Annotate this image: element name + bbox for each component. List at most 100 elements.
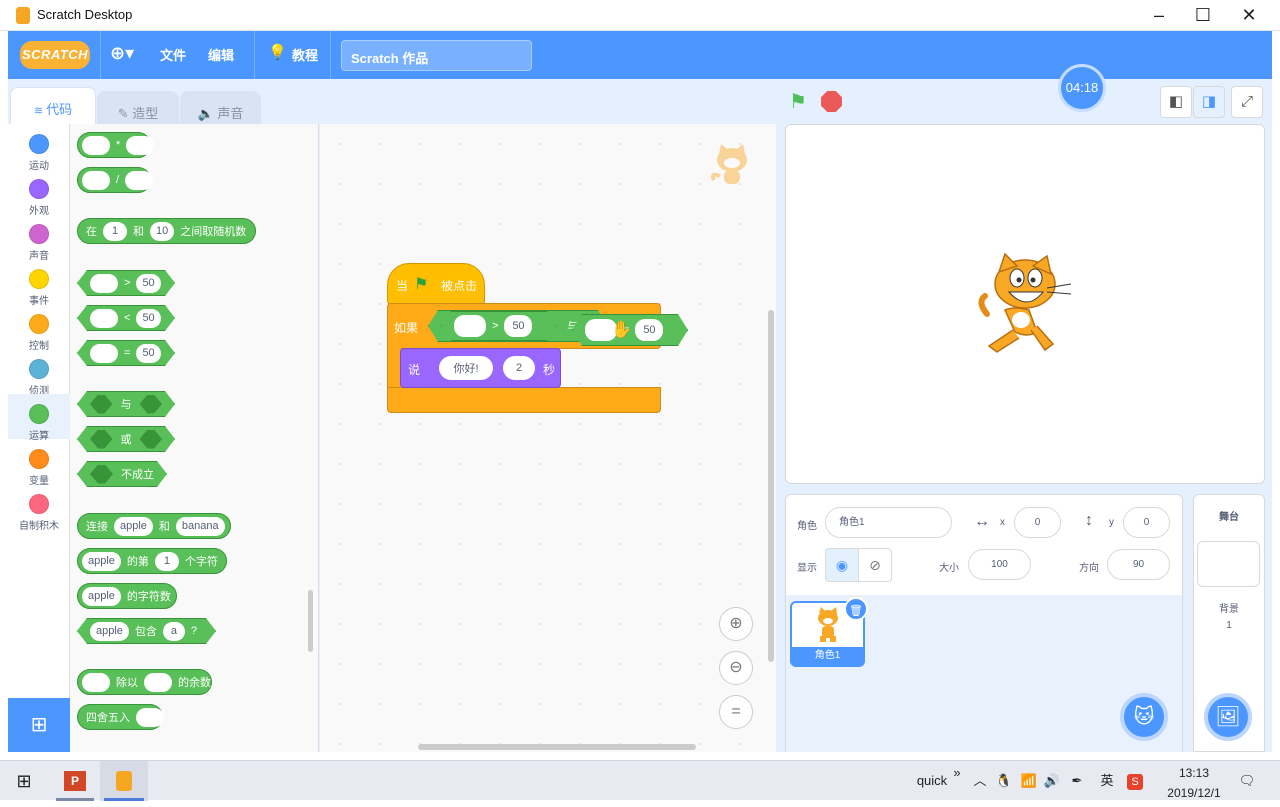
category-looks[interactable]: 外观 xyxy=(8,173,70,218)
block-input[interactable] xyxy=(82,135,110,155)
block-input[interactable]: 50 xyxy=(635,319,663,341)
ime-indicator[interactable]: 英 xyxy=(1096,761,1118,801)
palette-block-multiply[interactable]: * xyxy=(77,132,155,158)
block-input[interactable] xyxy=(82,672,110,692)
size-input[interactable]: 100 xyxy=(968,549,1031,580)
qq-tray-icon[interactable]: 🐧 xyxy=(994,761,1014,801)
palette-block-not[interactable]: 不成立 xyxy=(77,461,167,487)
x-input[interactable]: 0 xyxy=(1014,507,1061,538)
palette-block-equals[interactable]: = 50 xyxy=(77,340,175,366)
say-secs-input[interactable]: 2 xyxy=(503,356,535,380)
palette-block-join[interactable]: 连接 apple 和 banana xyxy=(77,513,231,539)
stop-button[interactable] xyxy=(821,91,842,112)
block-input[interactable] xyxy=(126,135,155,155)
palette-block-random[interactable]: 在 1 和 10 之间取随机数 xyxy=(77,218,256,244)
minimize-button[interactable]: – xyxy=(1136,0,1182,31)
block-input[interactable]: apple xyxy=(82,586,121,606)
windows-start-icon[interactable]: ⊞ xyxy=(0,761,48,801)
notification-icon[interactable]: 🗨 xyxy=(1232,761,1262,801)
block-bool-slot[interactable] xyxy=(140,395,163,414)
code-vertical-scrollbar[interactable] xyxy=(768,310,774,662)
volume-icon[interactable]: 🔊 xyxy=(1042,761,1062,801)
sogou-icon[interactable]: S xyxy=(1124,761,1146,801)
block-input[interactable]: banana xyxy=(175,516,225,536)
palette-block-length[interactable]: apple 的字符数 xyxy=(77,583,177,609)
category-control[interactable]: 控制 xyxy=(8,308,70,353)
scratch-taskbar-item[interactable] xyxy=(100,761,148,801)
palette-block-round[interactable]: 四舍五入 xyxy=(77,704,164,730)
tray-expand-icon[interactable]: ︿ xyxy=(970,761,990,801)
block-input[interactable]: 50 xyxy=(136,309,160,328)
palette-block-or[interactable]: 或 xyxy=(77,426,175,452)
palette-scrollbar[interactable] xyxy=(308,590,313,652)
say-text-input[interactable]: 你好! xyxy=(439,356,493,380)
language-globe-icon[interactable]: ⊕▾ xyxy=(110,43,134,64)
zoom-reset-button[interactable]: = xyxy=(719,695,753,729)
block-input[interactable] xyxy=(82,170,110,190)
green-flag-button[interactable]: ⚑ xyxy=(789,89,807,114)
backdrop-thumbnail[interactable] xyxy=(1197,541,1260,587)
category-sound[interactable]: 声音 xyxy=(8,218,70,263)
cat-sprite[interactable] xyxy=(975,252,1075,356)
code-workspace[interactable] xyxy=(320,124,776,752)
network-icon[interactable]: 📶 xyxy=(1018,761,1040,801)
pen-icon[interactable]: ✒ xyxy=(1066,761,1088,801)
block-input[interactable] xyxy=(144,672,172,692)
palette-block-and[interactable]: 与 xyxy=(77,391,175,417)
code-horizontal-scrollbar[interactable] xyxy=(418,744,696,750)
block-input[interactable]: apple xyxy=(114,516,153,536)
tutorials-menu[interactable]: 教程 xyxy=(292,45,318,64)
small-stage-button[interactable]: ◧ xyxy=(1160,86,1192,118)
category-variables[interactable]: 变量 xyxy=(8,443,70,488)
close-button[interactable]: ✕ xyxy=(1226,0,1272,31)
palette-block-divide[interactable]: / xyxy=(77,167,154,193)
tab-sounds[interactable]: 🔈 声音 xyxy=(180,91,261,124)
block-input[interactable]: apple xyxy=(90,622,129,641)
taskbar-clock[interactable]: 13:13 2019/12/1 xyxy=(1154,765,1234,801)
category-motion[interactable]: 运动 xyxy=(8,128,70,173)
palette-block-letter-of[interactable]: apple 的第 1 个字符 xyxy=(77,548,227,574)
palette-block-contains[interactable]: apple 包含 a ? xyxy=(77,618,216,644)
block-input[interactable]: 1 xyxy=(154,551,179,571)
maximize-button[interactable]: ☐ xyxy=(1180,0,1226,31)
scratch-logo[interactable]: SCRATCH xyxy=(20,41,90,69)
block-input[interactable] xyxy=(136,707,164,727)
y-input[interactable]: 0 xyxy=(1123,507,1170,538)
lightbulb-icon[interactable]: 💡 xyxy=(268,43,287,61)
palette-block-greater-than[interactable]: >50 xyxy=(77,270,175,296)
block-input[interactable]: a xyxy=(163,622,185,641)
add-extension-button[interactable]: ⊞ xyxy=(8,698,70,752)
block-input[interactable]: 50 xyxy=(136,274,160,293)
block-bool-slot[interactable] xyxy=(90,430,113,449)
zoom-out-button[interactable]: ⊖ xyxy=(719,651,753,685)
normal-stage-button[interactable]: ◨ xyxy=(1193,86,1225,118)
greater-than-block-in-if[interactable]: > 50 xyxy=(441,311,557,341)
powerpoint-taskbar-item[interactable]: P xyxy=(52,761,98,801)
block-bool-slot[interactable] xyxy=(90,395,113,414)
block-input[interactable] xyxy=(90,274,118,293)
block-bool-slot[interactable] xyxy=(90,465,113,484)
quick-toolbar[interactable]: quick xyxy=(912,761,952,801)
block-input[interactable] xyxy=(90,309,118,328)
palette-block-mod[interactable]: 除以 的余数 xyxy=(77,669,212,695)
block-input[interactable] xyxy=(125,170,154,190)
zoom-in-button[interactable]: ⊕ xyxy=(719,607,753,641)
block-input[interactable]: 50 xyxy=(136,344,160,363)
add-sprite-button[interactable]: 🐱 xyxy=(1120,693,1168,741)
sprite-name-input[interactable]: 角色1 xyxy=(825,507,952,538)
project-title-input[interactable]: Scratch 作品 xyxy=(341,40,532,71)
tab-costumes[interactable]: ✎ 造型 xyxy=(97,91,179,124)
block-input[interactable]: 1 xyxy=(103,221,127,241)
quick-toolbar-chevron[interactable]: » xyxy=(950,753,964,793)
palette-block-less-than[interactable]: <50 xyxy=(77,305,175,331)
block-bool-slot[interactable] xyxy=(140,430,163,449)
block-input[interactable]: 10 xyxy=(150,221,175,241)
category-my-blocks[interactable]: 自制积木 xyxy=(8,488,70,533)
delete-sprite-button[interactable]: 🗑 xyxy=(844,597,868,621)
hide-sprite-button[interactable]: ⊘ xyxy=(858,548,892,582)
block-input[interactable]: 50 xyxy=(504,315,532,337)
category-operators[interactable]: 运算 xyxy=(8,394,70,442)
tab-code[interactable]: ≋ 代码 xyxy=(10,87,96,125)
fullscreen-button[interactable]: ⤢ xyxy=(1231,86,1263,118)
file-menu[interactable]: 文件 xyxy=(160,45,186,64)
